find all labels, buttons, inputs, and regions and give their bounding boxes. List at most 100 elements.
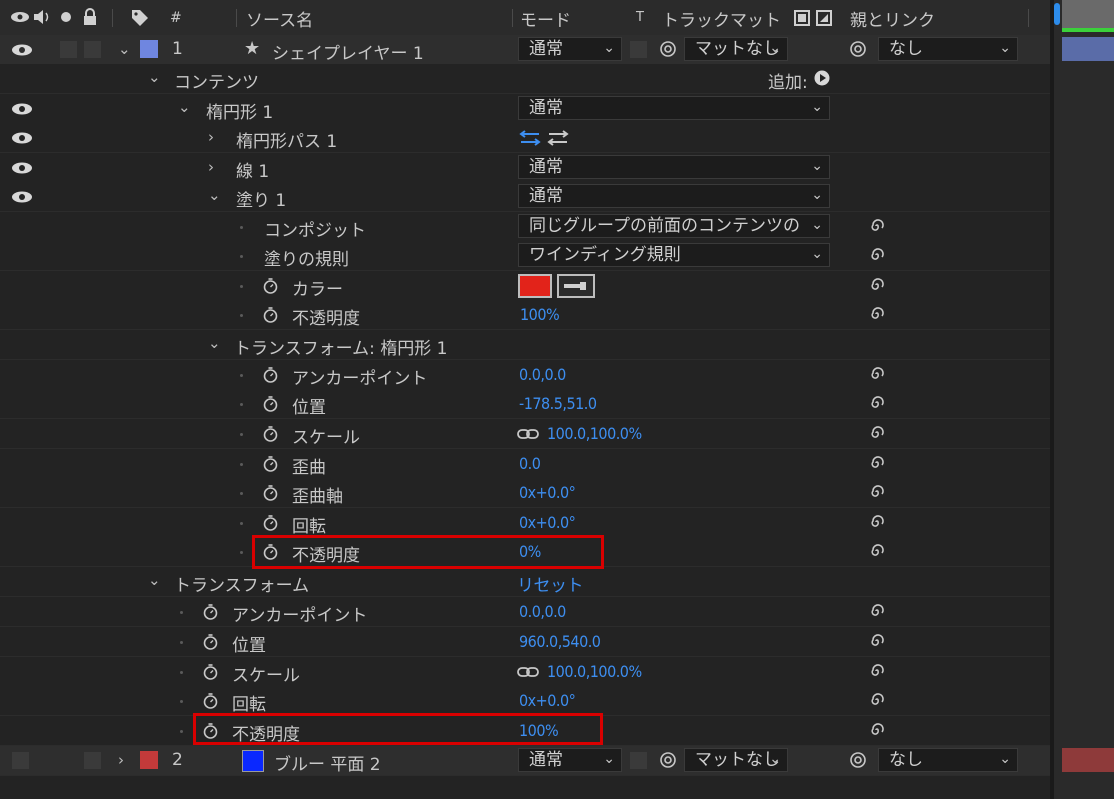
expression-spiral-icon[interactable] [868, 632, 886, 650]
stopwatch-icon[interactable] [202, 603, 219, 620]
layer-transform-row[interactable]: ⌄ トランスフォーム リセット [0, 567, 1050, 597]
fill-opacity-value[interactable]: 100% [520, 305, 560, 324]
group-skew-row[interactable]: 歪曲 0.0 [0, 449, 1050, 479]
group-scale-row[interactable]: スケール 100.0,100.0% [0, 419, 1050, 449]
layer-scale-value[interactable]: 100.0,100.0% [547, 662, 642, 681]
expression-spiral-icon[interactable] [868, 394, 886, 412]
ellipse-path-row[interactable]: › 楕円形パス 1 [0, 123, 1050, 153]
work-area-bar[interactable] [1062, 0, 1114, 28]
fill-mode-dropdown[interactable]: 通常 ⌄ [518, 184, 830, 208]
expression-spiral-icon[interactable] [868, 424, 886, 442]
expression-spiral-icon[interactable] [868, 513, 886, 531]
layer-row-1[interactable]: ⌄ 1 ★ シェイプレイヤー 1 通常 ⌄ マットなし ⌄ なし ⌄ [0, 35, 1050, 65]
chevron-down-icon[interactable]: ⌄ [208, 186, 221, 204]
chevron-down-icon[interactable]: ⌄ [178, 98, 191, 116]
track-matte-dropdown[interactable]: マットなし ⌄ [684, 37, 788, 61]
group-rotation-row[interactable]: 回転 0x+0.0° [0, 508, 1050, 538]
lock-toggle[interactable] [84, 41, 101, 58]
header-track-matte[interactable]: トラックマット [662, 6, 781, 31]
layer-scale-row[interactable]: スケール 100.0,100.0% [0, 657, 1050, 687]
stroke-row[interactable]: › 線 1 通常 ⌄ [0, 153, 1050, 183]
solo-toggle[interactable] [60, 41, 77, 58]
add-play-icon[interactable] [814, 70, 830, 86]
expression-spiral-icon[interactable] [868, 305, 886, 323]
layer-rotation-value[interactable]: 0x+0.0° [519, 691, 576, 710]
group-skew-axis-row[interactable]: 歪曲軸 0x+0.0° [0, 478, 1050, 508]
layer-anchor-row[interactable]: アンカーポイント 0.0,0.0 [0, 597, 1050, 627]
group-position-value[interactable]: -178.5,51.0 [519, 394, 597, 413]
fill-rule-row[interactable]: 塗りの規則 ワインディング規則 ⌄ [0, 241, 1050, 271]
fill-row[interactable]: ⌄ 塗り 1 通常 ⌄ [0, 182, 1050, 212]
header-parent-link[interactable]: 親とリンク [850, 6, 935, 31]
stopwatch-icon[interactable] [262, 455, 279, 472]
fill-opacity-row[interactable]: 不透明度 100% [0, 300, 1050, 330]
layer-row-2[interactable]: › 2 ブルー 平面 2 通常 ⌄ マットなし ⌄ なし ⌄ [0, 746, 1050, 776]
blend-mode-dropdown[interactable]: 通常 ⌄ [518, 96, 830, 120]
reset-link[interactable]: リセット [517, 571, 584, 596]
expression-spiral-icon[interactable] [868, 542, 886, 560]
layer-anchor-value[interactable]: 0.0,0.0 [519, 602, 566, 621]
layer-name[interactable]: ブルー 平面 2 [274, 750, 381, 775]
path-direction-reverse-icon[interactable] [547, 129, 569, 147]
chevron-down-icon[interactable]: ⌄ [148, 571, 161, 589]
group-skew-value[interactable]: 0.0 [519, 454, 541, 473]
stopwatch-icon[interactable] [262, 425, 279, 442]
layer-label-color[interactable] [140, 40, 158, 58]
expression-spiral-icon[interactable] [868, 691, 886, 709]
add-label[interactable]: 追加: [768, 68, 808, 93]
chevron-right-icon[interactable]: › [208, 128, 214, 146]
stopwatch-icon[interactable] [262, 366, 279, 383]
visibility-eye-icon[interactable] [11, 44, 33, 56]
group-transform-row[interactable]: ⌄ トランスフォーム: 楕円形 1 [0, 330, 1050, 360]
stopwatch-icon[interactable] [202, 663, 219, 680]
group-position-row[interactable]: 位置 -178.5,51.0 [0, 389, 1050, 419]
stopwatch-icon[interactable] [202, 633, 219, 650]
preserve-transparency-toggle[interactable] [630, 752, 647, 769]
mode-dropdown[interactable]: 通常 ⌄ [518, 37, 622, 61]
pick-whip-icon[interactable] [659, 751, 677, 769]
stopwatch-icon[interactable] [262, 395, 279, 412]
layer-label-color[interactable] [140, 751, 158, 769]
expression-spiral-icon[interactable] [868, 454, 886, 472]
chevron-down-icon[interactable]: ⌄ [208, 334, 221, 352]
composite-dropdown[interactable]: 同じグループの前面のコンテンツの ⌄ [518, 214, 830, 238]
ellipse-group-row[interactable]: ⌄ 楕円形 1 通常 ⌄ [0, 94, 1050, 124]
parent-dropdown[interactable]: なし ⌄ [878, 748, 1018, 772]
parent-pick-whip-icon[interactable] [849, 40, 867, 58]
preserve-transparency-toggle[interactable] [630, 41, 647, 58]
parent-pick-whip-icon[interactable] [849, 751, 867, 769]
path-direction-icon[interactable] [519, 129, 541, 147]
visibility-eye-icon[interactable] [11, 103, 33, 115]
expression-spiral-icon[interactable] [868, 365, 886, 383]
mode-dropdown[interactable]: 通常 ⌄ [518, 748, 622, 772]
constrain-link-icon[interactable] [517, 666, 539, 678]
stopwatch-icon[interactable] [262, 484, 279, 501]
layer-rotation-row[interactable]: 回転 0x+0.0° [0, 686, 1050, 716]
layer1-duration-bar[interactable] [1062, 37, 1114, 61]
header-source-name[interactable]: ソース名 [246, 6, 313, 31]
parent-dropdown[interactable]: なし ⌄ [878, 37, 1018, 61]
time-indicator[interactable] [1054, 3, 1060, 25]
group-scale-value[interactable]: 100.0,100.0% [547, 424, 642, 443]
lock-toggle[interactable] [84, 752, 101, 769]
chevron-right-icon[interactable]: › [208, 158, 214, 176]
stopwatch-icon[interactable] [262, 306, 279, 323]
layer-name[interactable]: シェイプレイヤー 1 [272, 39, 424, 64]
composite-row[interactable]: コンポジット 同じグループの前面のコンテンツの ⌄ [0, 212, 1050, 242]
constrain-link-icon[interactable] [517, 428, 539, 440]
expression-spiral-icon[interactable] [868, 602, 886, 620]
eyedropper-button[interactable] [557, 274, 595, 298]
chevron-down-icon[interactable]: ⌄ [148, 68, 161, 86]
header-mode[interactable]: モード [520, 6, 571, 31]
visibility-toggle[interactable] [12, 752, 29, 769]
group-rotation-value[interactable]: 0x+0.0° [519, 513, 576, 532]
group-skew-axis-value[interactable]: 0x+0.0° [519, 483, 576, 502]
fill-rule-dropdown[interactable]: ワインディング規則 ⌄ [518, 243, 830, 267]
group-anchor-value[interactable]: 0.0,0.0 [519, 365, 566, 384]
expression-spiral-icon[interactable] [868, 246, 886, 264]
stopwatch-icon[interactable] [262, 277, 279, 294]
visibility-eye-icon[interactable] [11, 132, 33, 144]
layer-position-value[interactable]: 960.0,540.0 [519, 632, 601, 651]
expression-spiral-icon[interactable] [868, 483, 886, 501]
chevron-down-icon[interactable]: ⌄ [118, 40, 131, 58]
